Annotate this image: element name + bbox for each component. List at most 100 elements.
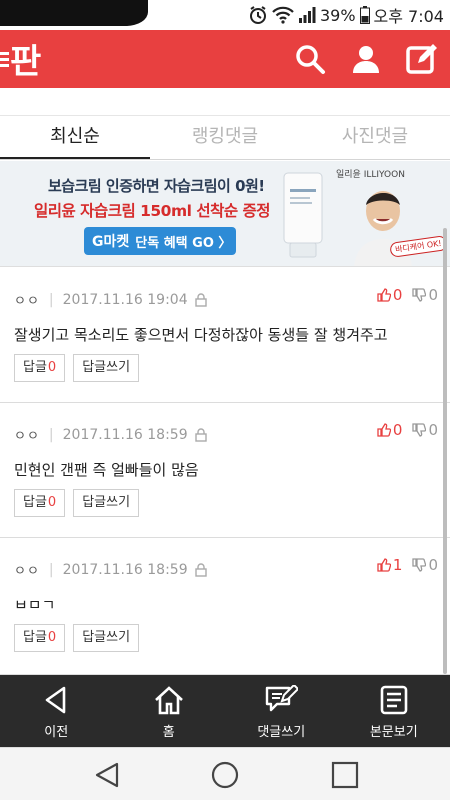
battery-percent: 39%: [319, 5, 356, 25]
comment-author[interactable]: ㅇㅇ: [14, 560, 40, 579]
comment-votes: 1 0: [377, 556, 438, 574]
thumbs-up-icon: [377, 558, 391, 572]
comment-meta: ㅇㅇ | 2017.11.16 19:04: [14, 290, 208, 309]
nav-prev-label: 이전: [44, 725, 69, 740]
thumbs-down-icon: [412, 558, 427, 572]
wifi-icon: [272, 6, 294, 24]
status-time: 오후 7:04: [373, 7, 444, 26]
status-bar: 39% 오후 7:04: [0, 0, 450, 30]
comment-author[interactable]: ㅇㅇ: [14, 425, 40, 444]
home-icon: [154, 686, 183, 715]
article-icon: [380, 685, 408, 715]
reply-button[interactable]: 답글0: [14, 489, 66, 517]
nav-prev-button[interactable]: 이전: [0, 675, 113, 747]
logo-text: 판: [10, 42, 41, 82]
downvote-button[interactable]: 0: [412, 556, 438, 574]
downvote-count: 0: [428, 286, 438, 304]
gmarket-label: G마켓: [92, 234, 130, 250]
reply-label: 답글: [23, 360, 47, 375]
system-home-icon[interactable]: [210, 760, 240, 790]
write-reply-button[interactable]: 답글쓰기: [73, 489, 140, 517]
cream-tube-image: [283, 172, 323, 258]
nav-view-article-button[interactable]: 본문보기: [338, 675, 450, 747]
nav-write-comment-label: 댓글쓰기: [257, 725, 306, 740]
upvote-count: 0: [392, 421, 403, 439]
banner-headline: 보습크림 인증하면 자습크림이 0원!: [48, 177, 265, 195]
lock-icon: [194, 292, 207, 307]
reply-label: 답글: [23, 630, 47, 645]
banner-cta-label: 단독 혜택 GO 〉: [135, 235, 232, 251]
tab-latest[interactable]: 최신순: [0, 116, 150, 159]
reply-count: 0: [47, 495, 57, 510]
comment-text: 잘생기고 목소리도 좋으면서 다정하잖아 동생들 잘 챙겨주고: [14, 326, 388, 344]
tab-photo[interactable]: 사진댓글: [300, 116, 450, 159]
thumbs-down-icon: [412, 423, 427, 437]
comment-date: 2017.11.16 18:59: [62, 426, 188, 443]
comment-write-icon: [266, 685, 299, 712]
write-reply-button[interactable]: 답글쓰기: [73, 624, 140, 652]
comment-date: 2017.11.16 19:04: [62, 291, 188, 308]
comment-author[interactable]: ㅇㅇ: [14, 290, 40, 309]
banner-brand: 일리윤 ILLIYOON: [336, 170, 405, 180]
upvote-button[interactable]: 0: [377, 421, 403, 439]
comment-meta: ㅇㅇ | 2017.11.16 18:59: [14, 560, 208, 579]
bottom-nav: 이전 홈 댓글쓰기 본문보기: [0, 675, 450, 747]
nav-home-button[interactable]: 홈: [113, 675, 226, 747]
ad-banner[interactable]: 보습크림 인증하면 자습크림이 0원! 일리윤 자습크림 150ml 선착순 증…: [0, 161, 450, 267]
reply-count: 0: [47, 630, 57, 645]
system-nav-bar: [0, 747, 450, 800]
upvote-count: 0: [392, 286, 403, 304]
header-spacer: [0, 88, 450, 116]
pann-logo[interactable]: 판: [0, 36, 60, 82]
reply-button[interactable]: 답글0: [14, 354, 66, 382]
compose-icon[interactable]: [406, 43, 438, 75]
downvote-button[interactable]: 0: [412, 421, 438, 439]
thumbs-up-icon: [377, 423, 391, 437]
comment-meta: ㅇㅇ | 2017.11.16 18:59: [14, 425, 208, 444]
comment-actions: 답글0 답글쓰기: [14, 489, 140, 517]
reply-count: 0: [47, 360, 57, 375]
reply-button[interactable]: 답글0: [14, 624, 66, 652]
signal-icon: [298, 7, 316, 23]
lock-icon: [194, 427, 207, 442]
comment-actions: 답글0 답글쓰기: [14, 354, 140, 382]
upvote-count: 1: [392, 556, 403, 574]
app-header: 판: [0, 30, 450, 88]
comment-date: 2017.11.16 18:59: [62, 561, 188, 578]
meta-divider: |: [48, 561, 54, 578]
battery-icon: [359, 6, 370, 24]
comment-votes: 0 0: [377, 421, 438, 439]
reply-label: 답글: [23, 495, 47, 510]
meta-divider: |: [48, 291, 54, 308]
tab-ranking[interactable]: 랭킹댓글: [150, 116, 300, 159]
comment-text: ㅂㅁㄱ: [14, 596, 56, 614]
alarm-icon: [249, 6, 266, 24]
comment-votes: 0 0: [377, 286, 438, 304]
meta-divider: |: [48, 426, 54, 443]
comment-actions: 답글0 답글쓰기: [14, 624, 140, 652]
upvote-button[interactable]: 0: [377, 286, 403, 304]
user-icon[interactable]: [350, 43, 382, 75]
nav-view-article-label: 본문보기: [369, 725, 418, 740]
downvote-button[interactable]: 0: [412, 286, 438, 304]
comment-item: ㅇㅇ | 2017.11.16 19:04 0 0 잘생기고 목소리도 좋으면서…: [0, 268, 450, 403]
nav-home-label: 홈: [162, 725, 175, 740]
write-reply-button[interactable]: 답글쓰기: [73, 354, 140, 382]
comment-item: ㅇㅇ | 2017.11.16 18:59 1 0 ㅂㅁㄱ 답글0 답글쓰기: [0, 538, 450, 675]
back-arrow-icon: [45, 686, 66, 714]
nav-write-comment-button[interactable]: 댓글쓰기: [225, 675, 338, 747]
status-notification-blob: [0, 0, 148, 26]
system-recents-icon[interactable]: [330, 760, 360, 790]
thumbs-up-icon: [377, 288, 391, 302]
banner-subheadline: 일리윤 자습크림 150ml 선착순 증정: [34, 202, 271, 220]
lock-icon: [194, 562, 207, 577]
thumbs-down-icon: [412, 288, 427, 302]
system-back-icon[interactable]: [92, 760, 122, 790]
search-icon[interactable]: [294, 43, 326, 75]
downvote-count: 0: [428, 421, 438, 439]
scrollbar[interactable]: [443, 228, 447, 674]
comment-text: 민현인 갠팬 즉 얼빠들이 많음: [14, 461, 199, 479]
upvote-button[interactable]: 1: [377, 556, 403, 574]
comment-sort-tabs: 최신순 랭킹댓글 사진댓글: [0, 116, 450, 160]
banner-cta-button[interactable]: G마켓 단독 혜택 GO 〉: [84, 227, 236, 255]
